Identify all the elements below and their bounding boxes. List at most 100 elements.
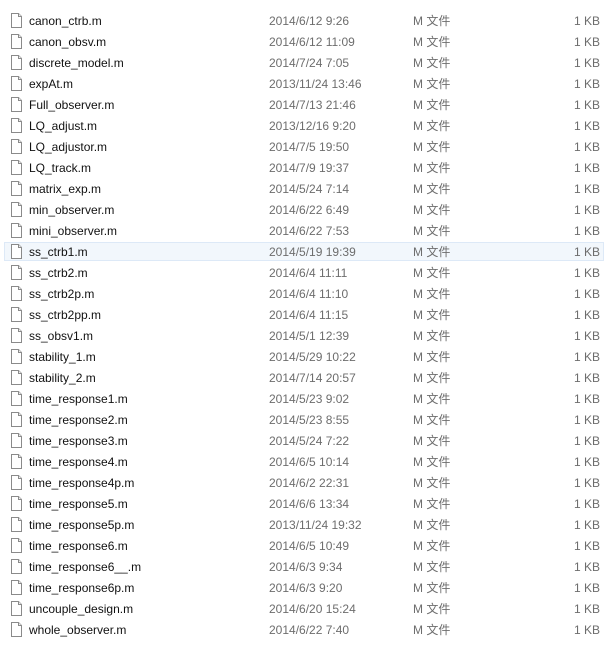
- file-size: 1 KB: [573, 581, 600, 595]
- file-size: 1 KB: [573, 98, 600, 112]
- file-row[interactable]: ss_ctrb2.m 2014/6/4 11:11 M 文件 1 KB: [4, 263, 604, 282]
- file-type: M 文件: [413, 413, 451, 427]
- file-size: 1 KB: [573, 56, 600, 70]
- file-type: M 文件: [413, 539, 451, 553]
- file-size: 1 KB: [573, 623, 600, 637]
- file-modified-date: 2013/11/24 19:32: [269, 518, 362, 532]
- file-name: ss_ctrb2pp.m: [29, 308, 102, 322]
- file-row[interactable]: canon_ctrb.m 2014/6/12 9:26 M 文件 1 KB: [4, 11, 604, 30]
- file-name: uncouple_design.m: [29, 602, 134, 616]
- file-row[interactable]: stability_2.m 2014/7/14 20:57 M 文件 1 KB: [4, 368, 604, 387]
- file-modified-date: 2014/6/3 9:34: [269, 560, 343, 574]
- file-row[interactable]: stability_1.m 2014/5/29 10:22 M 文件 1 KB: [4, 347, 604, 366]
- file-row[interactable]: Full_observer.m 2014/7/13 21:46 M 文件 1 K…: [4, 95, 604, 114]
- file-row[interactable]: LQ_track.m 2014/7/9 19:37 M 文件 1 KB: [4, 158, 604, 177]
- file-name: ss_ctrb2p.m: [29, 287, 95, 301]
- file-type: M 文件: [413, 224, 451, 238]
- file-size: 1 KB: [573, 560, 600, 574]
- file-name: time_response2.m: [29, 413, 128, 427]
- file-size: 1 KB: [573, 497, 600, 511]
- file-modified-date: 2014/7/13 21:46: [269, 98, 356, 112]
- file-modified-date: 2014/6/20 15:24: [269, 602, 356, 616]
- file-size: 1 KB: [573, 224, 600, 238]
- file-row[interactable]: matrix_exp.m 2014/5/24 7:14 M 文件 1 KB: [4, 179, 604, 198]
- file-row[interactable]: ss_ctrb1.m 2014/5/19 19:39 M 文件 1 KB: [4, 242, 604, 261]
- file-modified-date: 2014/6/4 11:10: [269, 287, 349, 301]
- document-icon: [11, 34, 22, 49]
- file-name: ss_ctrb1.m: [29, 245, 88, 259]
- file-row[interactable]: ss_obsv1.m 2014/5/1 12:39 M 文件 1 KB: [4, 326, 604, 345]
- file-size: 1 KB: [573, 14, 600, 28]
- file-row[interactable]: discrete_model.m 2014/7/24 7:05 M 文件 1 K…: [4, 53, 604, 72]
- file-size: 1 KB: [573, 476, 600, 490]
- document-icon: [11, 454, 22, 469]
- file-row[interactable]: mini_observer.m 2014/6/22 7:53 M 文件 1 KB: [4, 221, 604, 240]
- file-row[interactable]: time_response4.m 2014/6/5 10:14 M 文件 1 K…: [4, 452, 604, 471]
- file-row[interactable]: ss_ctrb2p.m 2014/6/4 11:10 M 文件 1 KB: [4, 284, 604, 303]
- file-row[interactable]: time_response5p.m 2013/11/24 19:32 M 文件 …: [4, 515, 604, 534]
- file-size: 1 KB: [573, 35, 600, 49]
- file-modified-date: 2014/6/22 7:53: [269, 224, 350, 238]
- file-modified-date: 2014/6/4 11:15: [269, 308, 349, 322]
- file-name: LQ_adjust.m: [29, 119, 98, 133]
- file-row[interactable]: ss_ctrb2pp.m 2014/6/4 11:15 M 文件 1 KB: [4, 305, 604, 324]
- file-name: whole_observer.m: [29, 623, 127, 637]
- file-name: canon_obsv.m: [29, 35, 107, 49]
- file-type: M 文件: [413, 581, 451, 595]
- file-row[interactable]: time_response2.m 2014/5/23 8:55 M 文件 1 K…: [4, 410, 604, 429]
- file-size: 1 KB: [573, 392, 600, 406]
- file-name: mini_observer.m: [29, 224, 118, 238]
- file-type: M 文件: [413, 308, 451, 322]
- file-modified-date: 2014/6/22 7:40: [269, 623, 350, 637]
- file-modified-date: 2014/6/6 13:34: [269, 497, 350, 511]
- document-icon: [11, 580, 22, 595]
- file-name: min_observer.m: [29, 203, 115, 217]
- file-modified-date: 2014/5/23 9:02: [269, 392, 350, 406]
- file-type: M 文件: [413, 287, 451, 301]
- file-row[interactable]: time_response6.m 2014/6/5 10:49 M 文件 1 K…: [4, 536, 604, 555]
- file-size: 1 KB: [573, 140, 600, 154]
- file-name: LQ_track.m: [29, 161, 92, 175]
- file-row[interactable]: LQ_adjust.m 2013/12/16 9:20 M 文件 1 KB: [4, 116, 604, 135]
- file-row[interactable]: time_response6p.m 2014/6/3 9:20 M 文件 1 K…: [4, 578, 604, 597]
- file-row[interactable]: time_response4p.m 2014/6/2 22:31 M 文件 1 …: [4, 473, 604, 492]
- file-modified-date: 2014/6/5 10:14: [269, 455, 350, 469]
- file-modified-date: 2014/5/29 10:22: [269, 350, 356, 364]
- document-icon: [11, 160, 22, 175]
- file-modified-date: 2014/7/14 20:57: [269, 371, 356, 385]
- file-row[interactable]: time_response3.m 2014/5/24 7:22 M 文件 1 K…: [4, 431, 604, 450]
- file-size: 1 KB: [573, 161, 600, 175]
- file-row[interactable]: canon_obsv.m 2014/6/12 11:09 M 文件 1 KB: [4, 32, 604, 51]
- file-row[interactable]: whole_observer.m 2014/6/22 7:40 M 文件 1 K…: [4, 620, 604, 639]
- file-name: canon_ctrb.m: [29, 14, 102, 28]
- file-type: M 文件: [413, 497, 451, 511]
- document-icon: [11, 370, 22, 385]
- file-row[interactable]: min_observer.m 2014/6/22 6:49 M 文件 1 KB: [4, 200, 604, 219]
- document-icon: [11, 97, 22, 112]
- file-size: 1 KB: [573, 602, 600, 616]
- file-name: ss_ctrb2.m: [29, 266, 88, 280]
- file-size: 1 KB: [573, 413, 600, 427]
- file-size: 1 KB: [573, 539, 600, 553]
- file-type: M 文件: [413, 392, 451, 406]
- file-row[interactable]: time_response6__.m 2014/6/3 9:34 M 文件 1 …: [4, 557, 604, 576]
- file-name: ss_obsv1.m: [29, 329, 94, 343]
- file-name: stability_2.m: [29, 371, 96, 385]
- document-icon: [11, 223, 22, 238]
- file-row[interactable]: expAt.m 2013/11/24 13:46 M 文件 1 KB: [4, 74, 604, 93]
- file-row[interactable]: LQ_adjustor.m 2014/7/5 19:50 M 文件 1 KB: [4, 137, 604, 156]
- file-name: discrete_model.m: [29, 56, 124, 70]
- file-row[interactable]: uncouple_design.m 2014/6/20 15:24 M 文件 1…: [4, 599, 604, 618]
- document-icon: [11, 517, 22, 532]
- file-type: M 文件: [413, 266, 451, 280]
- file-modified-date: 2014/5/1 12:39: [269, 329, 350, 343]
- file-modified-date: 2014/6/5 10:49: [269, 539, 350, 553]
- file-row[interactable]: time_response5.m 2014/6/6 13:34 M 文件 1 K…: [4, 494, 604, 513]
- file-size: 1 KB: [573, 371, 600, 385]
- file-type: M 文件: [413, 77, 451, 91]
- file-modified-date: 2013/12/16 9:20: [269, 119, 356, 133]
- file-size: 1 KB: [573, 455, 600, 469]
- file-size: 1 KB: [573, 308, 600, 322]
- file-type: M 文件: [413, 602, 451, 616]
- file-row[interactable]: time_response1.m 2014/5/23 9:02 M 文件 1 K…: [4, 389, 604, 408]
